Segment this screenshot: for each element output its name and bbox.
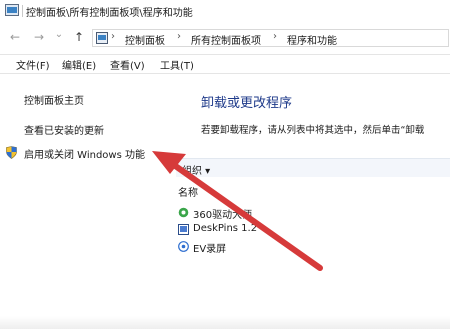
list-item[interactable]: 360驱动大师 [178,205,338,221]
address-field[interactable]: › 控制面板 › 所有控制面板项 › 程序和功能 [92,29,449,47]
breadcrumb-all-items[interactable]: 所有控制面板项 [191,32,261,47]
menu-edit[interactable]: 编辑(E) [62,57,96,72]
breadcrumb-separator: › [273,31,277,42]
menu-view[interactable]: 查看(V) [110,57,145,72]
list-item[interactable]: DeskPins 1.2 [178,222,338,238]
up-arrow-icon[interactable]: ↑ [72,30,86,44]
breadcrumb-control-panel[interactable]: 控制面板 [125,32,165,47]
breadcrumb-separator: › [177,31,181,42]
control-panel-icon [5,4,19,16]
sidebar: 控制面板主页 查看已安装的更新 启用或关闭 Windows 功能 [0,72,180,329]
control-panel-location-icon [96,32,108,44]
sidebar-link-windows-features[interactable]: 启用或关闭 Windows 功能 [24,146,145,161]
sidebar-link-installed-updates[interactable]: 查看已安装的更新 [24,122,104,137]
breadcrumb-programs-features[interactable]: 程序和功能 [287,32,337,47]
forward-arrow-icon[interactable]: → [32,30,46,44]
back-arrow-icon[interactable]: ← [8,30,22,44]
breadcrumb-separator: › [111,31,115,42]
program-name: DeskPins 1.2 [193,223,258,234]
recent-locations-chevron-icon[interactable]: ⌄ [52,28,66,42]
program-ev-recorder-icon [178,241,189,252]
menu-tools[interactable]: 工具(T) [160,57,194,72]
program-deskpins-icon [178,224,189,235]
window-title: 控制面板\所有控制面板项\程序和功能 [26,8,193,19]
program-name: 360驱动大师 [193,210,253,221]
uac-shield-icon [6,146,17,159]
list-item[interactable]: EV录屏 [178,239,338,255]
organize-button[interactable]: 组织 ▾ [182,162,210,177]
program-name: EV录屏 [193,244,227,255]
column-header-name[interactable]: 名称 [178,184,198,199]
address-bar: ← → ⌄ ↑ › 控制面板 › 所有控制面板项 › 程序和功能 [0,26,450,50]
title-separator [22,5,23,17]
window-bottom-edge [0,316,450,329]
program-360-driver-icon [178,207,189,218]
sidebar-link-home[interactable]: 控制面板主页 [24,92,84,107]
title-bar: 控制面板\所有控制面板项\程序和功能 [0,0,450,22]
page-title: 卸载或更改程序 [201,96,293,111]
list-toolbar: 组织 ▾ [176,158,450,177]
menu-file[interactable]: 文件(F) [16,57,50,72]
menu-bar: 文件(F) 编辑(E) 查看(V) 工具(T) [0,54,450,74]
page-description: 若要卸载程序，请从列表中将其选中，然后单击“卸载 [201,125,425,136]
